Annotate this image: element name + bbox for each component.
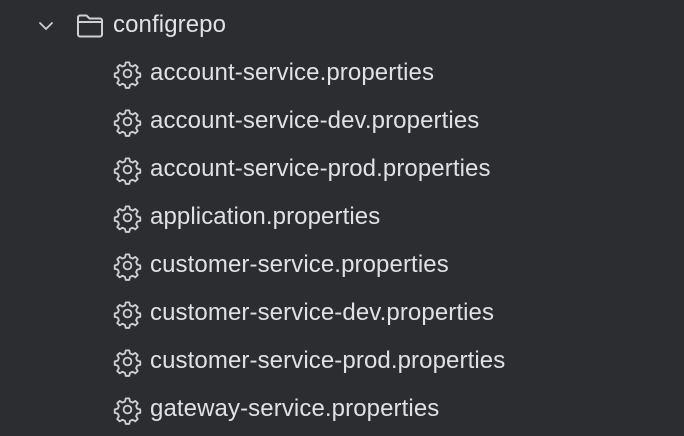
file-name: application.properties (150, 203, 381, 230)
gear-icon (113, 349, 142, 377)
file-name: account-service-dev.properties (150, 107, 480, 134)
gear-icon (113, 205, 142, 233)
chevron-down-icon[interactable] (36, 16, 56, 36)
file-row[interactable]: application.properties (0, 193, 684, 241)
gear-icon (113, 397, 142, 425)
file-name: customer-service-prod.properties (150, 347, 506, 374)
file-row[interactable]: gateway-service.properties (0, 385, 684, 433)
file-row[interactable]: customer-service-prod.properties (0, 337, 684, 385)
file-row[interactable]: account-service-dev.properties (0, 97, 684, 145)
file-row[interactable]: account-service.properties (0, 49, 684, 97)
file-row[interactable]: customer-service-dev.properties (0, 289, 684, 337)
gear-icon (113, 109, 142, 137)
folder-icon (77, 14, 103, 38)
gear-icon (113, 253, 142, 281)
gear-icon (113, 301, 142, 329)
gear-icon (113, 61, 142, 89)
file-row[interactable]: account-service-prod.properties (0, 145, 684, 193)
folder-label: configrepo (113, 11, 227, 38)
file-name: account-service-prod.properties (150, 155, 491, 182)
gear-icon (113, 157, 142, 185)
file-row[interactable]: customer-service.properties (0, 241, 684, 289)
file-name: customer-service.properties (150, 251, 449, 278)
file-name: account-service.properties (150, 59, 435, 86)
file-name: gateway-service.properties (150, 395, 440, 422)
file-name: customer-service-dev.properties (150, 299, 495, 326)
project-tree: configrepo account-service.properties ac… (0, 0, 684, 436)
